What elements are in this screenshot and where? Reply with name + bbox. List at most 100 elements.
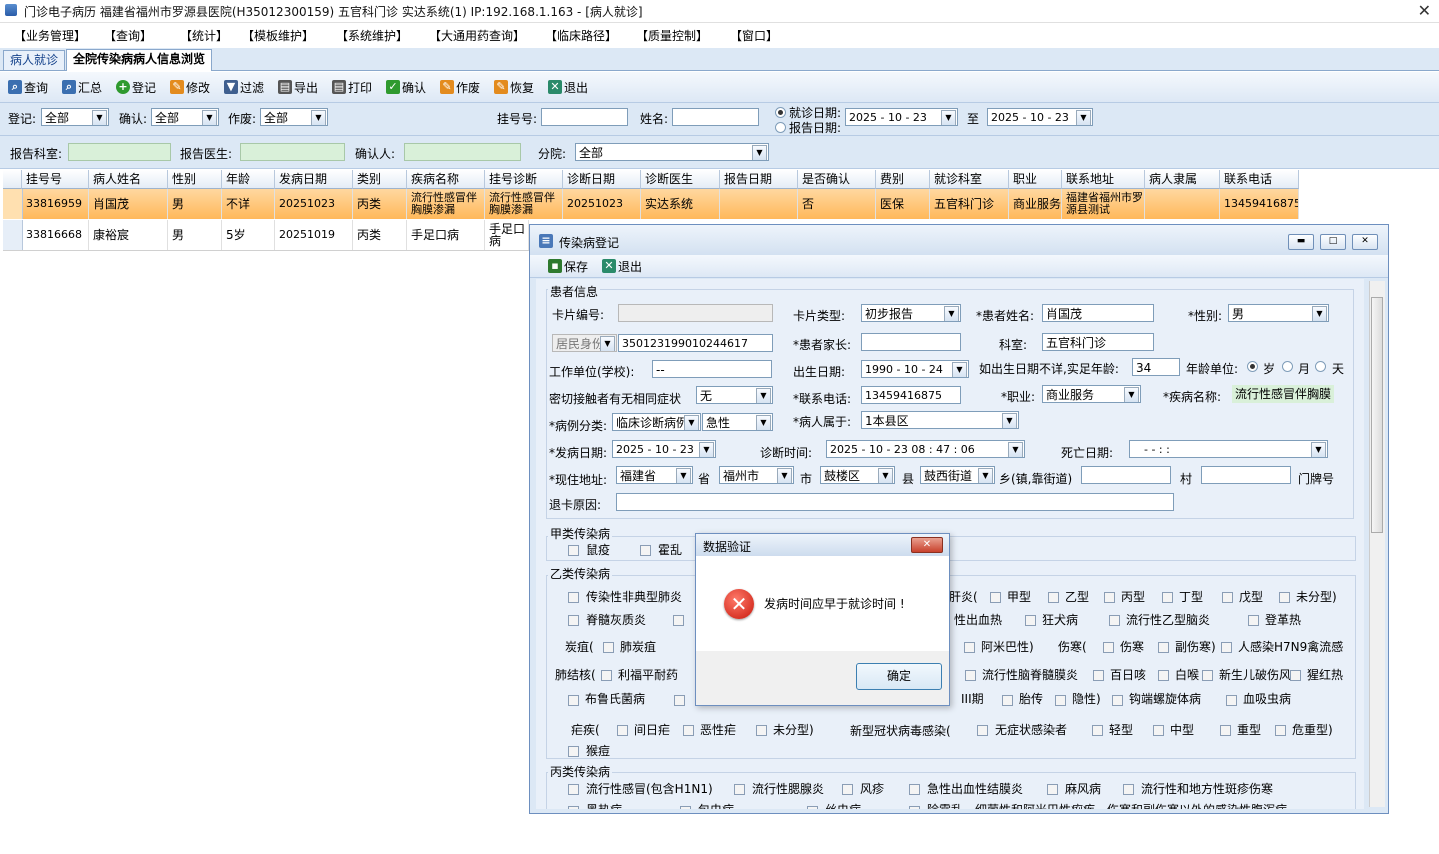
checkbox[interactable] xyxy=(756,725,767,736)
close-icon[interactable]: ✕ xyxy=(1418,1,1431,20)
province-select[interactable]: 福建省 ▼ xyxy=(616,466,693,484)
print-button[interactable]: ▤ 打印 xyxy=(332,78,372,96)
checkbox[interactable] xyxy=(1162,592,1173,603)
checkbox[interactable] xyxy=(1153,725,1164,736)
checkbox[interactable] xyxy=(1248,615,1259,626)
checkbox[interactable] xyxy=(1055,695,1066,706)
checkbox[interactable] xyxy=(977,725,988,736)
town-select[interactable]: 鼓西街道 ▼ xyxy=(920,466,995,484)
disease-input[interactable]: 流行性感冒伴胸膜 xyxy=(1232,385,1334,403)
door-input[interactable] xyxy=(1201,466,1291,484)
export-button[interactable]: ▤ 导出 xyxy=(278,78,318,96)
city-select[interactable]: 福州市 ▼ xyxy=(719,466,794,484)
checkbox[interactable] xyxy=(1109,615,1120,626)
guardian-input[interactable] xyxy=(861,333,961,351)
column-header[interactable]: 联系地址 xyxy=(1062,170,1145,189)
diag-time-picker[interactable]: 2025 - 10 - 23 08 : 47 : 06 ▼ xyxy=(826,440,1025,458)
job-select[interactable]: 商业服务 ▼ xyxy=(1042,385,1141,403)
form-scrollbar[interactable] xyxy=(1369,281,1385,807)
date-from-picker[interactable]: 2025 - 10 - 23 ▼ xyxy=(845,108,958,126)
checkbox[interactable] xyxy=(674,695,685,706)
card-type-select[interactable]: 初步报告 ▼ xyxy=(861,304,961,322)
register-button[interactable]: + 登记 xyxy=(116,78,156,96)
dialog-close-button[interactable]: ✕ xyxy=(911,537,943,553)
register-select[interactable]: 全部 ▼ xyxy=(41,108,109,126)
checkbox[interactable] xyxy=(990,592,1001,603)
age-unit-month-radio[interactable] xyxy=(1282,361,1293,372)
checkbox[interactable] xyxy=(673,615,684,626)
report-date-radio[interactable] xyxy=(775,122,786,133)
report-doctor-input[interactable] xyxy=(240,143,345,161)
checkbox[interactable] xyxy=(964,642,975,653)
checkbox[interactable] xyxy=(568,545,579,556)
checkbox[interactable] xyxy=(1048,592,1059,603)
save-button[interactable]: ▪ 保存 xyxy=(548,257,588,275)
checkbox[interactable] xyxy=(1279,592,1290,603)
contact-symptom-select[interactable]: 无 ▼ xyxy=(696,386,773,404)
checkbox[interactable] xyxy=(1092,725,1103,736)
checkbox[interactable] xyxy=(568,615,579,626)
checkbox[interactable] xyxy=(1220,725,1231,736)
void-select[interactable]: 全部 ▼ xyxy=(260,108,328,126)
reg-no-input[interactable] xyxy=(541,108,628,126)
checkbox[interactable] xyxy=(734,784,745,795)
confirmer-input[interactable] xyxy=(404,143,521,161)
onset-date-picker[interactable]: 2025 - 10 - 23 ▼ xyxy=(612,440,716,458)
column-header[interactable]: 性别 xyxy=(168,170,222,189)
menu-system[interactable]: 【系统维护】 xyxy=(336,27,408,44)
menu-window[interactable]: 【窗口】 xyxy=(730,27,778,44)
menu-query[interactable]: 【查询】 xyxy=(104,27,152,44)
report-dept-input[interactable] xyxy=(68,143,171,161)
checkbox[interactable] xyxy=(1158,670,1169,681)
birth-date-picker[interactable]: 1990 - 10 - 24 ▼ xyxy=(861,360,969,378)
checkbox[interactable] xyxy=(603,642,614,653)
menu-statistics[interactable]: 【统计】 xyxy=(180,27,228,44)
checkbox[interactable] xyxy=(1158,642,1169,653)
gender-select[interactable]: 男 ▼ xyxy=(1228,304,1329,322)
belong-select[interactable]: 1本县区 ▼ xyxy=(861,411,1019,429)
checkbox[interactable] xyxy=(1047,784,1058,795)
checkbox[interactable] xyxy=(1226,695,1237,706)
age-input[interactable]: 34 xyxy=(1132,358,1180,376)
modify-button[interactable]: ✎ 修改 xyxy=(170,78,210,96)
column-header[interactable]: 挂号诊断 xyxy=(485,170,563,189)
restore-button[interactable]: ✎ 恢复 xyxy=(494,78,534,96)
card-no-input[interactable] xyxy=(618,304,773,322)
column-header[interactable]: 诊断医生 xyxy=(641,170,720,189)
minimize-button[interactable]: ▬ xyxy=(1288,234,1314,250)
checkbox[interactable] xyxy=(909,806,920,809)
work-unit-input[interactable]: -- xyxy=(652,360,772,378)
column-header[interactable]: 就诊科室 xyxy=(930,170,1009,189)
death-date-picker[interactable]: - - : : ▼ xyxy=(1129,440,1328,458)
checkbox[interactable] xyxy=(1104,592,1115,603)
menu-template[interactable]: 【模板维护】 xyxy=(242,27,314,44)
scrollbar-thumb[interactable] xyxy=(1371,297,1383,533)
phone-input[interactable]: 13459416875 xyxy=(861,386,961,404)
checkbox[interactable] xyxy=(568,784,579,795)
case-acute-select[interactable]: 急性 ▼ xyxy=(702,413,773,431)
checkbox[interactable] xyxy=(568,592,579,603)
tab-patient-visit[interactable]: 病人就诊 xyxy=(3,50,66,70)
checkbox[interactable] xyxy=(1123,784,1134,795)
void-button[interactable]: ✎ 作废 xyxy=(440,78,480,96)
checkbox[interactable] xyxy=(1112,695,1123,706)
column-header[interactable]: 挂号号 xyxy=(22,170,89,189)
patient-name-input[interactable]: 肖国茂 xyxy=(1042,304,1154,322)
summary-button[interactable]: ⌕ 汇总 xyxy=(62,78,102,96)
column-header[interactable]: 类别 xyxy=(353,170,407,189)
column-header[interactable]: 职业 xyxy=(1009,170,1062,189)
checkbox[interactable] xyxy=(1290,670,1301,681)
query-button[interactable]: ⌕ 查询 xyxy=(8,78,48,96)
visit-date-radio[interactable] xyxy=(775,107,786,118)
menu-business[interactable]: 【业务管理】 xyxy=(14,27,86,44)
column-header[interactable]: 病人隶属 xyxy=(1145,170,1220,189)
checkbox[interactable] xyxy=(909,784,920,795)
column-header[interactable]: 是否确认 xyxy=(798,170,876,189)
checkbox[interactable] xyxy=(683,725,694,736)
age-unit-year-radio[interactable] xyxy=(1247,361,1258,372)
column-header[interactable]: 病人姓名 xyxy=(89,170,168,189)
maximize-button[interactable]: □ xyxy=(1320,234,1346,250)
case-class-select[interactable]: 临床诊断病例 ▼ xyxy=(612,413,701,431)
column-header[interactable]: 年龄 xyxy=(222,170,275,189)
checkbox[interactable] xyxy=(1025,615,1036,626)
